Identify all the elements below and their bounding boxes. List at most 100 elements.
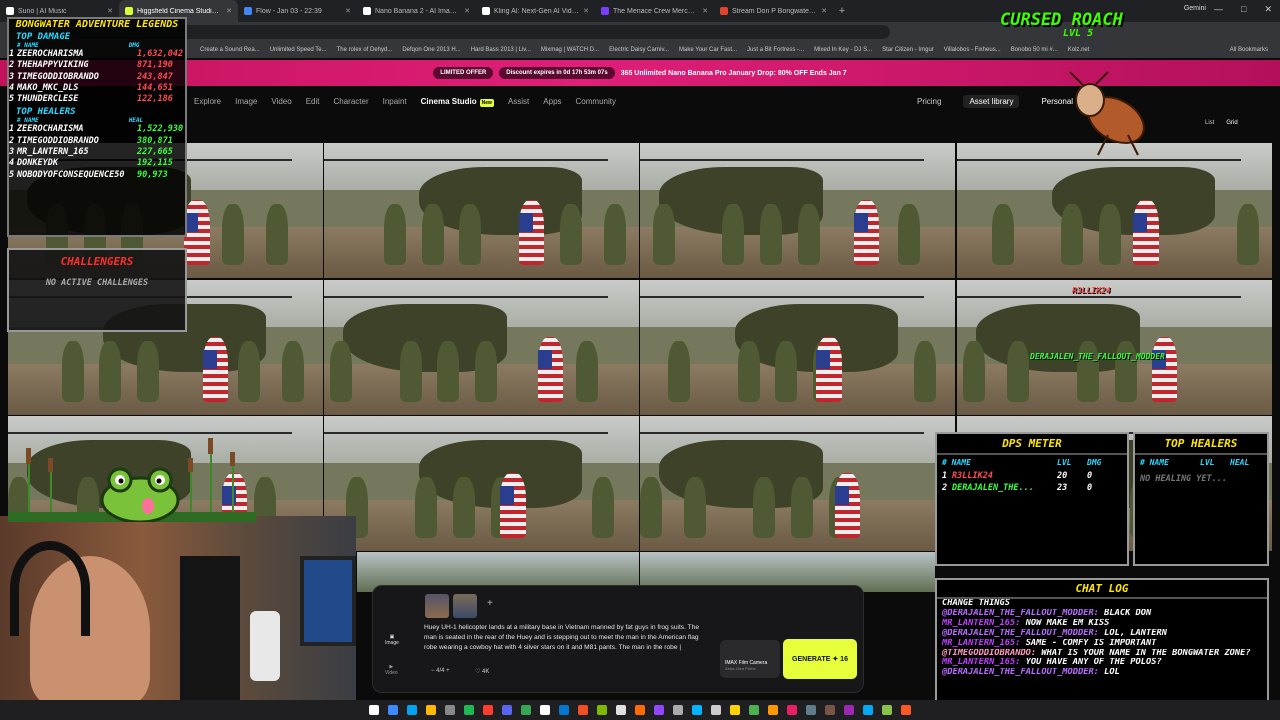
taskbar-app-icon[interactable] <box>863 705 873 715</box>
taskbar-app-icon[interactable] <box>426 705 436 715</box>
generated-image[interactable] <box>324 280 639 415</box>
taskbar-app-icon[interactable] <box>502 705 512 715</box>
tab-close-icon[interactable]: ✕ <box>107 7 113 15</box>
bookmark-item[interactable]: Star Citizen - Imgur <box>882 47 934 53</box>
taskbar-app-icon[interactable] <box>673 705 683 715</box>
bookmark-item[interactable]: Bonobo 50 mi #... <box>1011 47 1058 53</box>
tab-close-icon[interactable]: ✕ <box>702 7 708 15</box>
tab-close-icon[interactable]: ✕ <box>821 7 827 15</box>
address-input[interactable] <box>70 25 890 39</box>
image-count[interactable]: − 4/4 + <box>431 668 450 674</box>
bookmark-item[interactable]: Mixed In Key - DJ S... <box>814 47 872 53</box>
mode-image-tab[interactable]: ▣ Image <box>385 634 399 646</box>
nav-link[interactable]: Explore <box>194 97 221 106</box>
chat-message: MR_LANTERN_165: NOW MAKE EM KISS <box>937 619 1267 629</box>
pricing-link[interactable]: Pricing <box>917 97 941 106</box>
bookmark-item[interactable]: Defqon One 2013 H... <box>402 47 460 53</box>
taskbar-app-icon[interactable] <box>540 705 550 715</box>
reference-image-1[interactable] <box>425 594 449 618</box>
nav-link[interactable]: Edit <box>306 97 320 106</box>
all-bookmarks-button[interactable]: All Bookmarks <box>1230 47 1280 53</box>
quality-select[interactable]: ♡ 4K <box>475 668 489 675</box>
nav-link[interactable]: Image <box>235 97 257 106</box>
taskbar-app-icon[interactable] <box>578 705 588 715</box>
nav-link[interactable]: Video <box>271 97 291 106</box>
bookmark-item[interactable]: Villalobos - Fixheus... <box>944 47 1001 53</box>
bookmark-item[interactable]: Unlimited Speed Te... <box>270 47 327 53</box>
taskbar-app-icon[interactable] <box>464 705 474 715</box>
taskbar-app-icon[interactable] <box>445 705 455 715</box>
bookmark-item[interactable]: Mixmag | WATCH D... <box>541 47 599 53</box>
generated-image[interactable] <box>640 280 955 415</box>
prompt-input[interactable]: Huey UH-1 helicopter lands at a military… <box>424 623 712 653</box>
browser-tab[interactable]: Kling AI: Next-Gen AI Video & ✕ <box>476 0 595 22</box>
browser-tab[interactable]: Nano Banana 2 - AI Image Gen ✕ <box>357 0 476 22</box>
add-reference-icon[interactable]: + <box>487 598 493 609</box>
tab-close-icon[interactable]: ✕ <box>583 7 589 15</box>
top-healers-title: TOP HEALERS <box>1135 434 1267 455</box>
taskbar-app-icon[interactable] <box>597 705 607 715</box>
taskbar-app-icon[interactable] <box>901 705 911 715</box>
bookmark-item[interactable]: Electric Daisy Carniv... <box>609 47 669 53</box>
nav-link[interactable]: Cinema Studio New <box>421 97 494 107</box>
taskbar-app-icon[interactable] <box>882 705 892 715</box>
taskbar-app-icon[interactable] <box>787 705 797 715</box>
damage-col-header: # NAME DMG <box>17 42 185 49</box>
tab-close-icon[interactable]: ✕ <box>226 7 232 15</box>
asset-library-button[interactable]: Asset library <box>963 94 1020 108</box>
generated-image[interactable] <box>324 143 639 278</box>
gemini-button[interactable]: Gemini <box>1184 5 1206 12</box>
generated-image[interactable] <box>957 280 1272 415</box>
taskbar-app-icon[interactable] <box>559 705 569 715</box>
taskbar-app-icon[interactable] <box>388 705 398 715</box>
view-grid-button[interactable]: Grid <box>1226 120 1237 126</box>
bookmark-item[interactable]: Hard Bass 2013 | Liv... <box>471 47 531 53</box>
taskbar-app-icon[interactable] <box>749 705 759 715</box>
taskbar-app-icon[interactable] <box>806 705 816 715</box>
tab-close-icon[interactable]: ✕ <box>345 7 351 15</box>
taskbar-app-icon[interactable] <box>768 705 778 715</box>
taskbar-app-icon[interactable] <box>825 705 835 715</box>
nav-link[interactable]: Community <box>576 97 616 106</box>
generate-cost: 16 <box>840 655 848 663</box>
new-tab-button[interactable]: + <box>833 5 851 17</box>
taskbar-app-icon[interactable] <box>844 705 854 715</box>
bookmark-item[interactable]: Kolz.net <box>1068 47 1090 53</box>
camera-card[interactable]: IMAX Film Camera Zeiss Ultra Prime <box>720 640 780 678</box>
taskbar-app-icon[interactable] <box>521 705 531 715</box>
taskbar-app-icon[interactable] <box>369 705 379 715</box>
bookmark-item[interactable]: Make Your Car Fast... <box>679 47 737 53</box>
tab-close-icon[interactable]: ✕ <box>464 7 470 15</box>
generate-button[interactable]: GENERATE ✦ 16 <box>783 639 857 679</box>
generated-image[interactable] <box>324 416 639 551</box>
minimize-icon[interactable]: — <box>1214 4 1223 15</box>
nav-link[interactable]: Inpaint <box>383 97 407 106</box>
taskbar-app-icon[interactable] <box>616 705 626 715</box>
taskbar-app-icon[interactable] <box>635 705 645 715</box>
maximize-icon[interactable]: □ <box>1241 4 1246 15</box>
nav-link[interactable]: Character <box>333 97 368 106</box>
browser-tab[interactable]: The Menace Crew Merch Shop✕ <box>595 0 714 22</box>
taskbar-app-icon[interactable] <box>483 705 493 715</box>
nav-link[interactable]: Apps <box>543 97 561 106</box>
bookmark-item[interactable]: The rolex of Dehyd... <box>337 47 393 53</box>
bookmark-item[interactable]: Just a Bit Fortress -... <box>747 47 804 53</box>
bookmark-item[interactable]: Create a Sound Rea... <box>200 47 260 53</box>
reference-image-2[interactable] <box>453 594 477 618</box>
generated-image[interactable] <box>640 416 955 551</box>
taskbar-app-icon[interactable] <box>692 705 702 715</box>
mode-video-tab[interactable]: ▶ Video <box>385 664 398 676</box>
generated-image[interactable] <box>957 143 1272 278</box>
soldier-figure <box>791 476 814 538</box>
close-icon[interactable]: ✕ <box>1264 4 1272 15</box>
taskbar-app-icon[interactable] <box>711 705 721 715</box>
browser-tab[interactable]: Flow - Jan 03 - 22:39 ✕ <box>238 0 357 22</box>
taskbar-app-icon[interactable] <box>407 705 417 715</box>
view-list-button[interactable]: List <box>1205 120 1214 126</box>
taskbar-app-icon[interactable] <box>654 705 664 715</box>
image-count-value: 4/4 <box>436 668 445 674</box>
nav-link[interactable]: Assist <box>508 97 529 106</box>
generated-image[interactable] <box>640 143 955 278</box>
taskbar-app-icon[interactable] <box>730 705 740 715</box>
browser-tab[interactable]: Stream Don P Bongwater | Listen ✕ <box>714 0 833 22</box>
